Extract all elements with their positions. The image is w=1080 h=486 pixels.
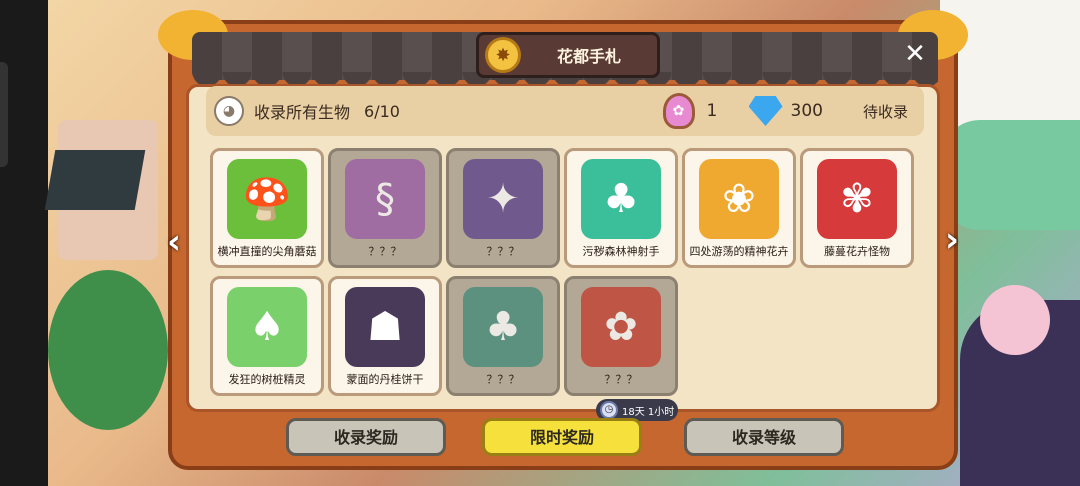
creature-name: 污秽森林神射手 xyxy=(582,245,660,258)
creature-card[interactable]: ❀ 四处游荡的精神花卉 xyxy=(682,148,796,268)
creature-name: 蒙面的丹桂饼干 xyxy=(346,373,424,386)
forest-archer-icon: ♣ xyxy=(581,159,661,239)
creature-card[interactable]: ♣ ？？？ xyxy=(446,276,560,396)
creature-glyph: ✦ xyxy=(486,176,520,222)
creature-card[interactable]: 🍄 横冲直撞的尖角蘑菇 xyxy=(210,148,324,268)
tree-spirit-icon: ♣ xyxy=(463,287,543,367)
background-flower xyxy=(980,285,1050,355)
creature-glyph: § xyxy=(375,176,395,222)
diamond-icon xyxy=(748,96,783,126)
creature-name: 四处游荡的精神花卉 xyxy=(689,245,789,258)
creature-name: ？？？ xyxy=(368,245,402,258)
collect-label: 收录所有生物 xyxy=(254,103,351,122)
creature-card[interactable]: ✾ 藤蔓花卉怪物 xyxy=(800,148,914,268)
creature-name: 发狂的树桩精灵 xyxy=(228,373,306,386)
creature-card[interactable]: § ？？？ xyxy=(328,148,442,268)
timer-text: 18天 1小时 xyxy=(622,406,675,418)
potion-count: 1 xyxy=(706,101,718,121)
mushroom-monster-icon: 🍄 xyxy=(227,159,307,239)
creature-name: 横冲直撞的尖角蘑菇 xyxy=(217,245,317,258)
vine-snake-icon: § xyxy=(345,159,425,239)
collect-count: 6/10 xyxy=(364,101,400,121)
clock-icon: ◷ xyxy=(600,401,618,419)
prev-page-arrow[interactable]: ‹ xyxy=(160,222,188,262)
dark-plant-icon: ✦ xyxy=(463,159,543,239)
page-title: 花都手札 xyxy=(556,47,621,66)
creature-card[interactable]: ♣ 污秽森林神射手 xyxy=(564,148,678,268)
creature-card[interactable]: ✦ ？？？ xyxy=(446,148,560,268)
creature-glyph: 🍄 xyxy=(242,176,292,223)
wandering-flower-icon: ❀ xyxy=(699,159,779,239)
background-hill xyxy=(940,120,1080,230)
collect-reward-button[interactable]: 收录奖励 xyxy=(286,418,446,456)
stump-spirit-icon: ♠ xyxy=(227,287,307,367)
creature-glyph: ♣ xyxy=(485,304,521,350)
pending-label: 待收录 xyxy=(862,102,908,121)
creature-name: ？？？ xyxy=(604,373,638,386)
sun-badge-icon: ✸ xyxy=(485,37,521,73)
creature-card[interactable]: ☗ 蒙面的丹桂饼干 xyxy=(328,276,442,396)
masked-cookie-icon: ☗ xyxy=(345,287,425,367)
side-handle xyxy=(0,62,8,167)
background-roof xyxy=(44,150,146,210)
creature-glyph: ☗ xyxy=(367,304,403,350)
collection-info-bar: ◕ 收录所有生物 6/10 ✿ 1 300 待收录 xyxy=(206,86,924,136)
potion-icon: ✿ xyxy=(662,93,695,129)
ghost-icon: ◕ xyxy=(214,96,244,126)
vine-flower-monster-icon: ✾ xyxy=(817,159,897,239)
creature-glyph: ♣ xyxy=(603,176,639,222)
creature-card[interactable]: ✿ ？？？ xyxy=(564,276,678,396)
creature-name: ？？？ xyxy=(486,373,520,386)
creature-card[interactable]: ♠ 发狂的树桩精灵 xyxy=(210,276,324,396)
creature-glyph: ❀ xyxy=(722,176,756,222)
gem-count: 300 xyxy=(790,101,823,121)
creature-glyph: ♠ xyxy=(249,304,285,350)
creature-glyph: ✾ xyxy=(840,176,874,222)
collect-level-button[interactable]: 收录等级 xyxy=(684,418,844,456)
title-plate: ✸ 花都手札 xyxy=(476,32,660,78)
creature-name: 藤蔓花卉怪物 xyxy=(824,245,890,258)
next-page-arrow[interactable]: › xyxy=(938,220,966,260)
creature-name: ？？？ xyxy=(486,245,520,258)
red-flower-icon: ✿ xyxy=(581,287,661,367)
close-button[interactable]: ✕ xyxy=(899,38,931,70)
creature-glyph: ✿ xyxy=(604,304,638,350)
background-tree xyxy=(48,270,168,430)
limited-reward-button[interactable]: 限时奖励 xyxy=(482,418,642,456)
